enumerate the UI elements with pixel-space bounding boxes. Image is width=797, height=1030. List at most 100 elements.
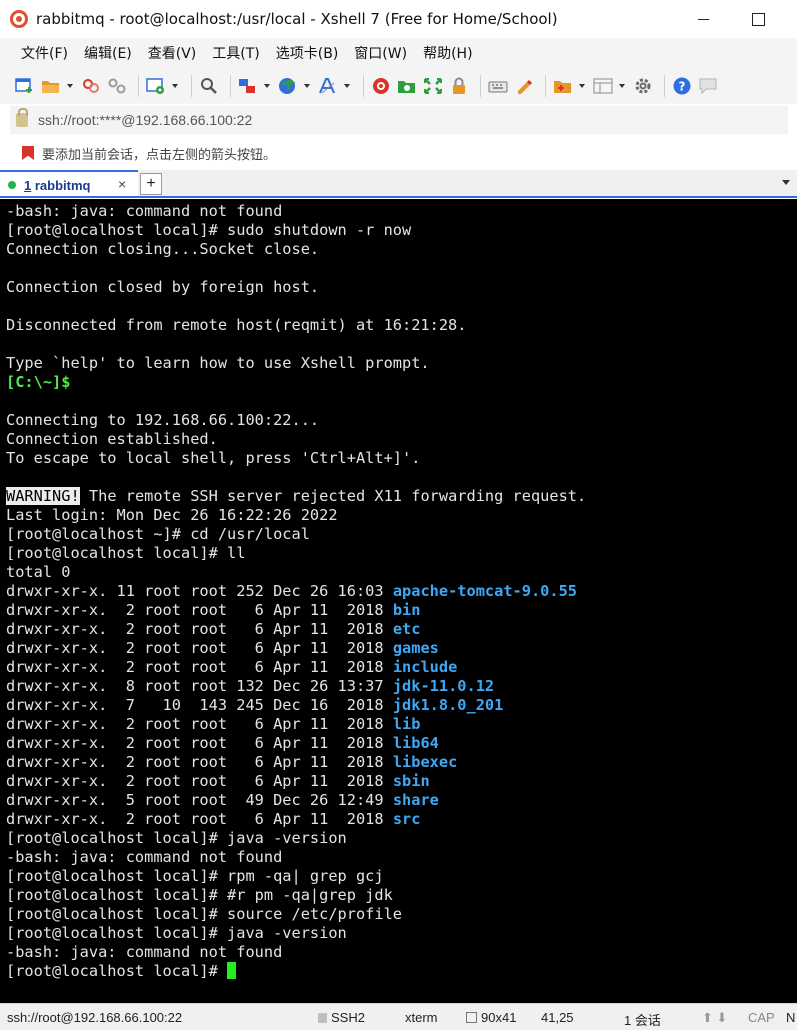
directory-name: lib [392, 715, 421, 733]
connected-status-icon [8, 181, 16, 189]
terminal-line: drwxr-xr-x. 2 root root 6 Apr 11 2018 in… [6, 658, 797, 677]
terminal-text: -bash: java: command not found [6, 848, 283, 866]
maximize-button[interactable] [735, 0, 781, 38]
directory-name: libexec [392, 753, 458, 771]
terminal-line: Last login: Mon Dec 26 16:22:26 2022 [6, 506, 797, 525]
script-button[interactable] [552, 75, 574, 97]
script-dropdown[interactable] [578, 75, 586, 97]
minimize-button[interactable] [680, 0, 726, 38]
status-terminal-type: xterm [405, 1010, 438, 1025]
terminal-line: drwxr-xr-x. 2 root root 6 Apr 11 2018 li… [6, 753, 797, 772]
bookmark-arrow-icon[interactable] [22, 146, 34, 160]
tab-underline [0, 196, 797, 198]
warning-label: WARNING! [6, 487, 80, 505]
keyboard-button[interactable] [487, 75, 509, 97]
terminal-text: [root@localhost local]# rpm -qa| grep gc… [6, 867, 384, 885]
toolbar: ? [0, 68, 797, 104]
terminal-text: -bash: java: command not found [6, 202, 283, 220]
terminal-text: To escape to local shell, press 'Ctrl+Al… [6, 449, 421, 467]
menu-file[interactable]: 文件(F) [13, 43, 76, 63]
terminal-line: Type `help' to learn how to use Xshell p… [6, 354, 797, 373]
globe-dropdown[interactable] [303, 75, 311, 97]
terminal-line: drwxr-xr-x. 2 root root 6 Apr 11 2018 et… [6, 620, 797, 639]
tab-close-icon[interactable]: × [118, 176, 126, 192]
terminal-text: drwxr-xr-x. 2 root root 6 Apr 11 2018 [6, 772, 393, 790]
directory-name: jdk-11.0.12 [392, 677, 495, 695]
toolbar-divider [480, 75, 481, 97]
chat-button[interactable] [697, 75, 719, 97]
menu-tools[interactable]: 工具(T) [204, 43, 267, 63]
terminal-text: [root@localhost local]# java -version [6, 924, 347, 942]
properties-button[interactable] [145, 75, 167, 97]
terminal-line: Connecting to 192.168.66.100:22... [6, 411, 797, 430]
highlight-button[interactable] [513, 75, 535, 97]
directory-name: apache-tomcat-9.0.55 [392, 582, 578, 600]
terminal-output[interactable]: -bash: java: command not found [root@loca… [0, 199, 797, 1003]
fullscreen-button[interactable] [422, 75, 444, 97]
globe-button[interactable] [277, 75, 299, 97]
disconnect-button[interactable] [106, 75, 128, 97]
terminal-text: drwxr-xr-x. 7 10 143 245 Dec 16 2018 [6, 696, 393, 714]
address-input[interactable]: ssh://root:****@192.168.66.100:22 [38, 112, 252, 128]
reconnect-icon [83, 79, 99, 93]
reconnect-button[interactable] [80, 75, 102, 97]
xshell-logo-icon [10, 10, 28, 28]
hint-text: 要添加当前会话，点击左侧的箭头按钮。 [42, 147, 277, 163]
terminal-text: [root@localhost local]# #r pm -qa|grep j… [6, 886, 393, 904]
tab-list-chevron-icon[interactable] [779, 175, 793, 189]
open-session-dropdown[interactable] [66, 75, 74, 97]
layout-dropdown[interactable] [618, 75, 626, 97]
find-icon [201, 78, 217, 94]
terminal-text: Last login: Mon Dec 26 16:22:26 2022 [6, 506, 338, 524]
terminal-text: drwxr-xr-x. 8 root root 132 Dec 26 13:37 [6, 677, 393, 695]
terminal-text: Type `help' to learn how to use Xshell p… [6, 354, 430, 372]
font-icon [319, 78, 335, 94]
new-session-button[interactable] [14, 75, 36, 97]
address-bar[interactable]: ssh://root:****@192.168.66.100:22 [10, 106, 788, 134]
menu-edit[interactable]: 编辑(E) [76, 43, 140, 63]
open-session-button[interactable] [40, 75, 62, 97]
terminal-line: drwxr-xr-x. 11 root root 252 Dec 26 16:0… [6, 582, 797, 601]
chat-icon [699, 78, 717, 95]
terminal-text: drwxr-xr-x. 2 root root 6 Apr 11 2018 [6, 658, 393, 676]
lock-button[interactable] [448, 75, 470, 97]
terminal-line: [root@localhost local]# sudo shutdown -r… [6, 221, 797, 240]
terminal-line: drwxr-xr-x. 8 root root 132 Dec 26 13:37… [6, 677, 797, 696]
terminal-text: [root@localhost local]# ll [6, 544, 246, 562]
menu-window[interactable]: 窗口(W) [346, 43, 415, 63]
menu-bar: 文件(F) 编辑(E) 查看(V) 工具(T) 选项卡(B) 窗口(W) 帮助(… [0, 38, 797, 68]
menu-view[interactable]: 查看(V) [140, 43, 205, 63]
help-button[interactable]: ? [671, 75, 693, 97]
xshell-button[interactable] [370, 75, 392, 97]
settings-button[interactable] [632, 75, 654, 97]
properties-dropdown[interactable] [171, 75, 179, 97]
tab-name: rabbitmq [34, 177, 91, 193]
terminal-line: drwxr-xr-x. 2 root root 6 Apr 11 2018 ga… [6, 639, 797, 658]
status-num-lock: N [786, 1010, 796, 1025]
terminal-line: [root@localhost local]# #r pm -qa|grep j… [6, 886, 797, 905]
terminal-line: drwxr-xr-x. 5 root root 49 Dec 26 12:49 … [6, 791, 797, 810]
terminal-line: total 0 [6, 563, 797, 582]
font-dropdown[interactable] [343, 75, 351, 97]
terminal-text: drwxr-xr-x. 2 root root 6 Apr 11 2018 [6, 601, 393, 619]
terminal-line: Disconnected from remote host(reqmit) at… [6, 316, 797, 335]
open-folder-icon [42, 81, 59, 93]
find-button[interactable] [198, 75, 220, 97]
tab-rabbitmq[interactable]: 1 rabbitmq × [0, 170, 138, 198]
layout-button[interactable] [592, 75, 614, 97]
menu-help[interactable]: 帮助(H) [415, 43, 480, 63]
directory-name: lib64 [392, 734, 439, 752]
font-button[interactable] [317, 75, 339, 97]
transfer-dropdown[interactable] [263, 75, 271, 97]
directory-name: etc [392, 620, 421, 638]
new-tab-button[interactable]: + [140, 173, 162, 195]
transfer-button[interactable] [237, 75, 259, 97]
terminal-line: WARNING! The remote SSH server rejected … [6, 487, 797, 506]
menu-tabs[interactable]: 选项卡(B) [268, 43, 347, 63]
fullscreen-icon [424, 78, 442, 94]
xftp-button[interactable] [396, 75, 418, 97]
status-cursor-position: 41,25 [541, 1010, 574, 1025]
highlight-icon [518, 79, 533, 94]
xftp-icon [398, 81, 415, 93]
